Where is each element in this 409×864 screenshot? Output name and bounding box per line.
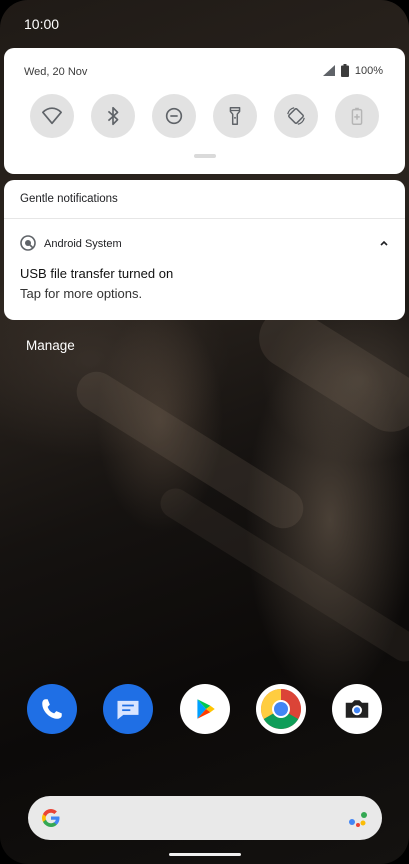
tile-wifi[interactable] xyxy=(30,94,74,138)
status-bar: 10:00 xyxy=(0,0,409,48)
battery-saver-icon xyxy=(351,107,363,125)
chevron-up-icon[interactable] xyxy=(379,238,389,248)
notification-app-name: Android System xyxy=(44,238,122,250)
tile-auto-rotate[interactable] xyxy=(274,94,318,138)
notification-card[interactable]: Gentle notifications Android System USB … xyxy=(4,180,405,320)
tile-flashlight[interactable] xyxy=(213,94,257,138)
do-not-disturb-icon xyxy=(165,107,183,125)
qs-drag-handle[interactable] xyxy=(194,154,216,158)
wifi-icon xyxy=(42,107,62,125)
tile-bluetooth[interactable] xyxy=(91,94,135,138)
manage-button[interactable]: Manage xyxy=(26,338,75,353)
notification-title: USB file transfer turned on xyxy=(20,266,174,281)
tile-battery-saver[interactable] xyxy=(335,94,379,138)
auto-rotate-icon xyxy=(287,107,305,125)
dock-app-play-store[interactable] xyxy=(180,684,230,734)
app-dock xyxy=(0,684,409,736)
qs-date: Wed, 20 Nov xyxy=(24,66,88,78)
signal-icon xyxy=(323,65,335,76)
dock-app-messages[interactable] xyxy=(103,684,153,734)
quick-settings-tiles xyxy=(30,94,384,140)
google-search-bar[interactable] xyxy=(28,796,382,840)
battery-icon xyxy=(341,64,349,77)
battery-percent: 100% xyxy=(354,65,383,77)
bluetooth-icon xyxy=(107,106,119,126)
messages-icon xyxy=(117,700,139,720)
android-system-icon xyxy=(20,235,36,251)
home-screen: 10:00 Wed, 20 Nov 100% Gentle notificati… xyxy=(0,0,409,864)
dock-app-chrome[interactable] xyxy=(256,684,306,734)
chrome-icon xyxy=(261,689,301,729)
quick-settings-panel: Wed, 20 Nov 100% xyxy=(4,48,405,174)
phone-icon xyxy=(42,699,62,719)
flashlight-icon xyxy=(229,107,241,125)
dock-app-camera[interactable] xyxy=(332,684,382,734)
section-title: Gentle notifications xyxy=(20,193,118,205)
gesture-nav-handle[interactable] xyxy=(169,853,241,856)
play-store-icon xyxy=(197,699,215,719)
notification-text: Tap for more options. xyxy=(20,286,143,301)
clock: 10:00 xyxy=(24,16,60,32)
divider xyxy=(4,218,405,219)
google-g-icon xyxy=(42,809,60,827)
dock-app-phone[interactable] xyxy=(27,684,77,734)
camera-icon xyxy=(345,700,369,718)
tile-do-not-disturb[interactable] xyxy=(152,94,196,138)
assistant-icon[interactable] xyxy=(348,810,368,828)
